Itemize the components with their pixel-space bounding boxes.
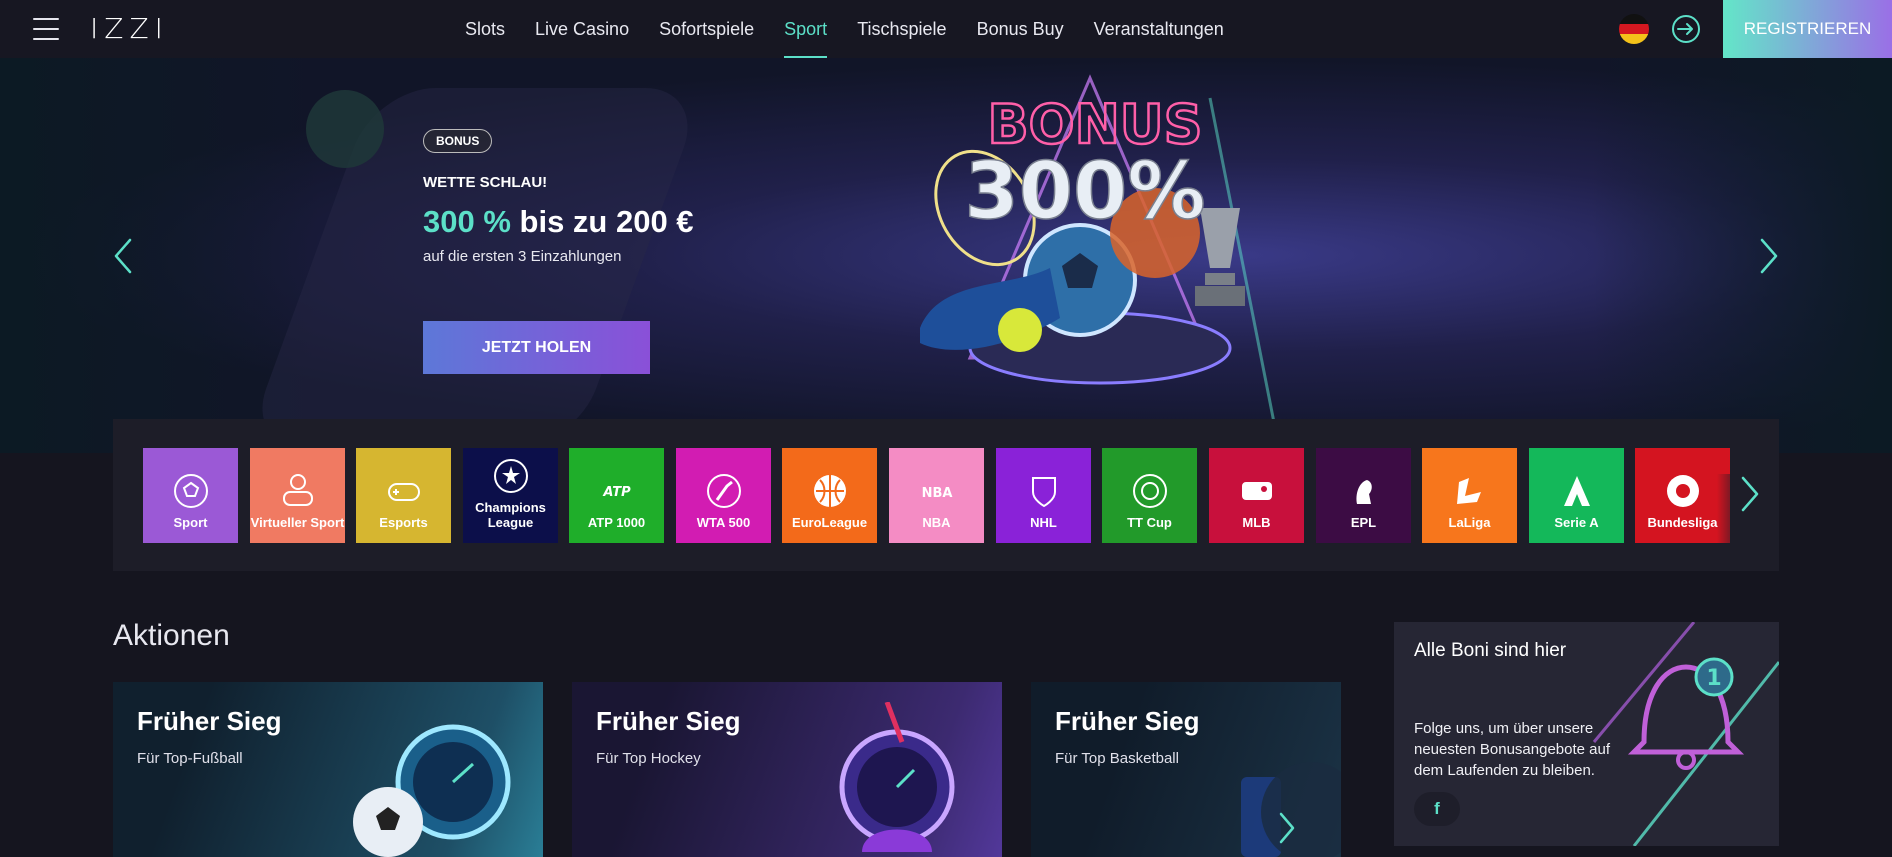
svg-text:NBA: NBA — [921, 486, 952, 501]
hero-kicker: WETTE SCHLAU! — [423, 174, 548, 191]
menu-icon[interactable] — [33, 18, 59, 40]
category-label: Esports — [379, 515, 428, 531]
category-label: LaLiga — [1448, 515, 1491, 531]
bonus-badge: BONUS — [423, 129, 493, 153]
nav-item-veranstaltungen[interactable]: Veranstaltungen — [1094, 0, 1224, 58]
stopwatch-football-icon — [353, 724, 511, 857]
section-title: Aktionen — [113, 619, 230, 652]
nba-logo-icon: NBA — [921, 486, 952, 501]
table-tennis-icon — [1132, 474, 1167, 509]
promo-title: Früher Sieg — [137, 706, 282, 736]
category-label: MLB — [1242, 515, 1271, 531]
laliga-logo-icon — [1456, 478, 1481, 505]
category-tile-serie-a[interactable]: Serie A — [1529, 448, 1624, 543]
nav-item-slots[interactable]: Slots — [465, 0, 505, 58]
category-label: NHL — [1030, 515, 1057, 531]
facebook-icon: f — [1434, 799, 1440, 818]
sport-category-strip: Sport Virtueller Sport Esports Champions… — [113, 419, 1779, 571]
promo-subtitle: Für Top-Fußball — [137, 750, 243, 767]
category-tile-nhl[interactable]: NHL — [996, 448, 1091, 543]
promo-subtitle: Für Top Hockey — [596, 750, 701, 767]
category-tile-laliga[interactable]: LaLiga — [1422, 448, 1517, 543]
notification-count: 1 — [1706, 666, 1721, 691]
category-tile-esports[interactable]: Esports — [356, 448, 451, 543]
promo-title: Früher Sieg — [596, 706, 741, 736]
category-tile-virtual-sport[interactable]: Virtueller Sport — [250, 448, 345, 543]
category-tile-nba[interactable]: NBA NBA — [889, 448, 984, 543]
bonus-notification-card: 1 Alle Boni sind hier Folge uns, um über… — [1394, 622, 1779, 846]
nav-item-sofortspiele[interactable]: Sofortspiele — [659, 0, 754, 58]
category-tile-champions-league[interactable]: Champions League — [463, 448, 558, 543]
category-label: ATP 1000 — [587, 515, 646, 531]
nav-item-tischspiele[interactable]: Tischspiele — [857, 0, 946, 58]
chevron-right-icon[interactable] — [1275, 808, 1299, 848]
promo-title: Früher Sieg — [1055, 706, 1200, 736]
basketball-icon — [813, 475, 846, 508]
category-tile-atp-1000[interactable]: ATP ATP 1000 — [569, 448, 664, 543]
main-nav: Slots Live Casino Sofortspiele Sport Tis… — [465, 0, 1254, 58]
serie-a-logo-icon — [1563, 476, 1590, 507]
chevron-right-icon — [1741, 476, 1759, 512]
decorative-circle — [306, 90, 384, 168]
baseball-logo-icon — [1241, 482, 1272, 501]
star-ball-icon — [493, 459, 528, 494]
login-icon[interactable] — [1671, 14, 1701, 44]
nav-item-bonus-buy[interactable]: Bonus Buy — [977, 0, 1064, 58]
chevron-right-icon[interactable] — [1754, 236, 1784, 276]
category-label: Champions League — [475, 500, 546, 531]
basketball-logo-icon — [1241, 762, 1341, 857]
register-button[interactable]: REGISTRIEREN — [1723, 0, 1892, 58]
tennis-player-icon — [706, 474, 741, 509]
svg-text:ATP: ATP — [602, 485, 631, 500]
category-label: EPL — [1350, 515, 1377, 531]
gamepad-icon — [387, 483, 420, 502]
category-tile-bundesliga[interactable]: Bundesliga — [1635, 448, 1730, 543]
side-card-text: Folge uns, um über unsere neuesten Bonus… — [1414, 720, 1611, 779]
soccer-ball-icon — [173, 474, 208, 509]
category-label: TT Cup — [1127, 515, 1172, 531]
promo-card-hockey[interactable]: Früher Sieg Für Top Hockey — [572, 682, 1002, 857]
shield-icon — [1031, 477, 1056, 508]
promo-card-football[interactable]: Früher Sieg Für Top-Fußball — [113, 682, 543, 857]
category-tile-epl[interactable]: EPL — [1316, 448, 1411, 543]
hero-banner: BONUS 300% BONUS WETTE SCHLAU! 300 % bis… — [0, 58, 1892, 453]
promo-subtitle: Für Top Basketball — [1055, 750, 1179, 767]
facebook-button[interactable]: f — [1414, 792, 1460, 826]
atp-logo-icon: ATP — [602, 485, 631, 500]
claim-bonus-button[interactable]: JETZT HOLEN — [423, 321, 650, 374]
hero-subtitle: auf die ersten 3 Einzahlungen — [423, 248, 622, 265]
category-label: Bundesliga — [1647, 515, 1718, 531]
category-next-button[interactable] — [1717, 474, 1779, 571]
hero-art-percent-text: 300% — [965, 147, 1206, 237]
gamepad-ball-icon — [282, 474, 313, 507]
top-header: IZZI Slots Live Casino Sofortspiele Spor… — [0, 0, 1892, 58]
category-label: NBA — [922, 515, 951, 531]
hero-title: 300 % bis zu 200 € — [423, 204, 694, 240]
bundesliga-logo-icon — [1666, 475, 1699, 508]
category-label: Serie A — [1554, 515, 1599, 531]
category-label: EuroLeague — [791, 515, 868, 531]
category-tile-mlb[interactable]: MLB — [1209, 448, 1304, 543]
nav-item-live-casino[interactable]: Live Casino — [535, 0, 629, 58]
bonus-sports-illustration: BONUS 300% — [920, 74, 1280, 453]
category-label: Sport — [173, 515, 208, 531]
chevron-left-icon[interactable] — [108, 236, 138, 276]
lion-icon — [1355, 480, 1372, 505]
category-tile-sport[interactable]: Sport — [143, 448, 238, 543]
category-label: WTA 500 — [696, 515, 751, 531]
category-tile-tt-cup[interactable]: TT Cup — [1102, 448, 1197, 543]
de-flag-icon[interactable] — [1619, 14, 1649, 44]
stopwatch-hockey-icon — [839, 702, 955, 852]
side-card-title: Alle Boni sind hier — [1414, 640, 1567, 661]
category-tile-euroleague[interactable]: EuroLeague — [782, 448, 877, 543]
hero-title-rest: bis zu 200 € — [510, 204, 694, 239]
nav-item-sport[interactable]: Sport — [784, 0, 828, 58]
site-logo[interactable]: IZZI — [90, 12, 169, 45]
category-label: Virtueller Sport — [250, 515, 345, 531]
hero-title-accent: 300 % — [423, 204, 511, 239]
category-tile-wta-500[interactable]: WTA 500 — [676, 448, 771, 543]
